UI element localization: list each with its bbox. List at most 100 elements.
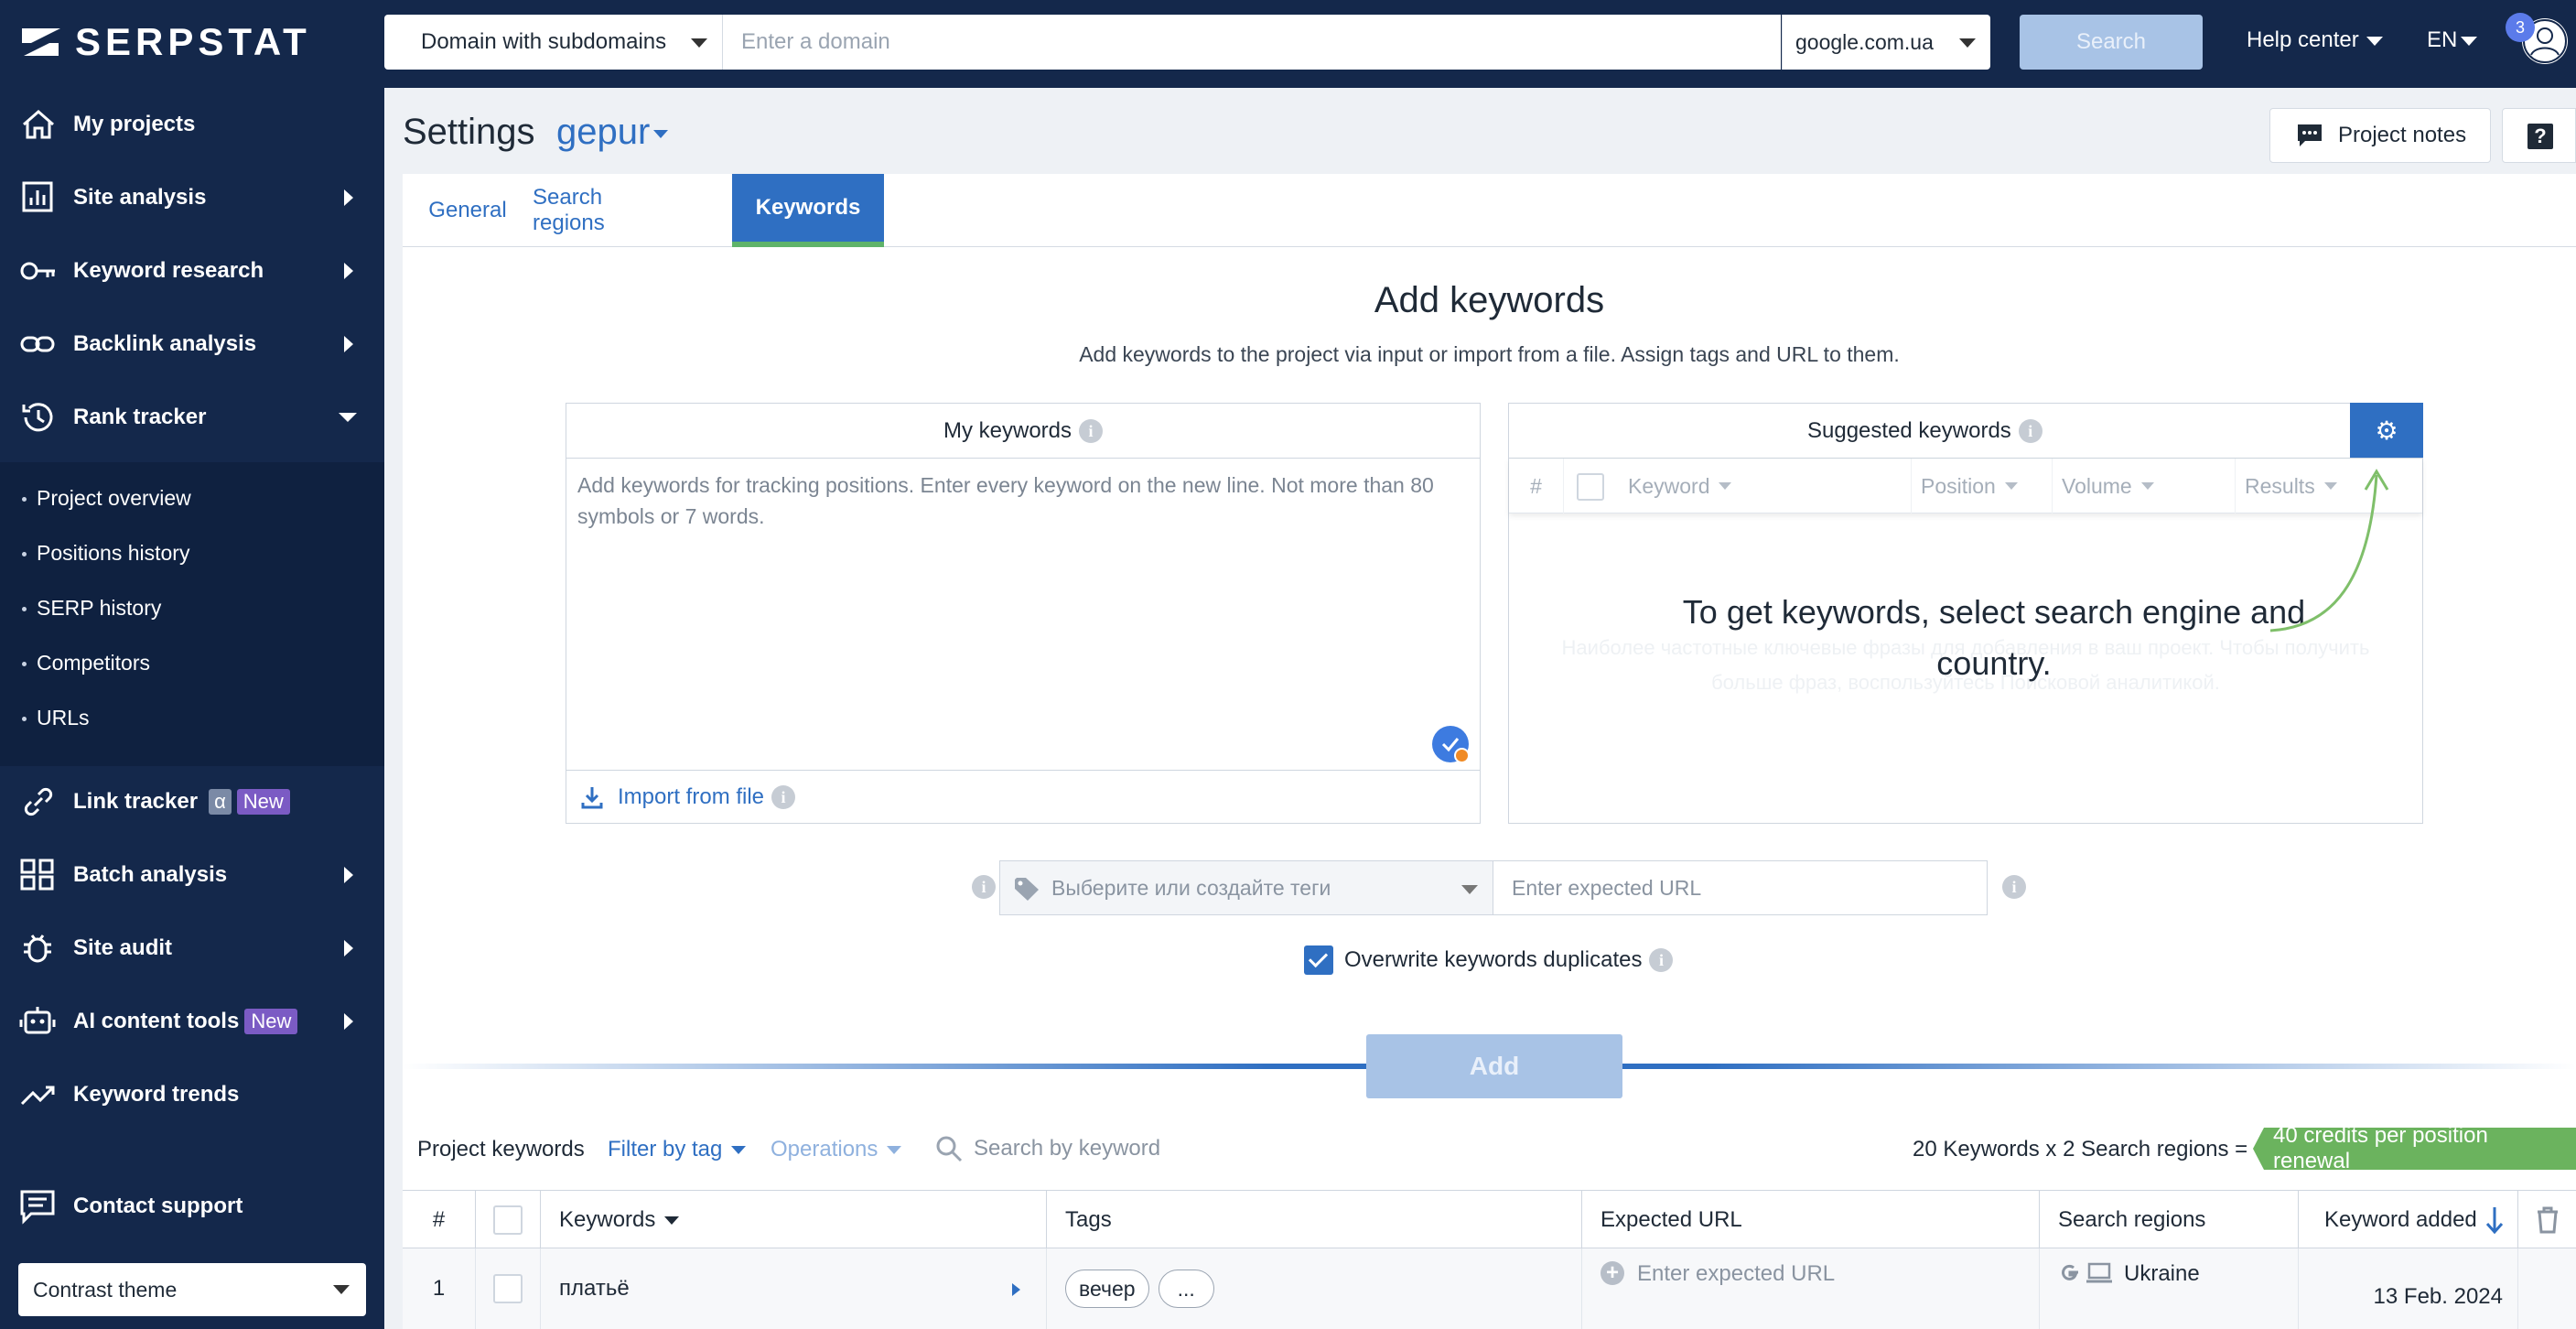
chevron-right-icon bbox=[344, 1013, 353, 1030]
theme-select-value: Contrast theme bbox=[33, 1277, 178, 1302]
sidebar-item-site-audit[interactable]: Site audit bbox=[0, 912, 384, 985]
expand-icon[interactable] bbox=[1012, 1283, 1020, 1296]
chain-icon bbox=[24, 787, 53, 816]
scope-select[interactable]: Domain with subdomains bbox=[384, 15, 723, 70]
expected-url-input[interactable] bbox=[1493, 860, 1988, 915]
tag-pill[interactable]: вечер bbox=[1065, 1270, 1149, 1308]
sidebar-item-label: Keyword trends bbox=[73, 1082, 240, 1107]
sidebar-item-label: Contact support bbox=[73, 1194, 243, 1218]
info-icon[interactable]: i bbox=[771, 784, 796, 809]
info-icon[interactable]: i bbox=[972, 875, 996, 899]
chevron-down-icon bbox=[333, 1285, 350, 1294]
suggested-keywords-panel: Suggested keywords i ⚙ # Keyword Position… bbox=[1508, 403, 2423, 824]
row-number: 1 bbox=[403, 1248, 476, 1329]
import-from-file-button[interactable]: Import from file i bbox=[566, 770, 1480, 823]
download-icon bbox=[581, 786, 603, 808]
alpha-badge: α bbox=[209, 789, 232, 815]
keywords-textarea[interactable] bbox=[566, 459, 1480, 770]
key-icon bbox=[20, 262, 55, 280]
overwrite-duplicates-checkbox[interactable] bbox=[1304, 945, 1333, 975]
col-position[interactable]: Position bbox=[1912, 459, 2053, 513]
settings-card: General Search regions Keywords Add keyw… bbox=[403, 174, 2576, 1329]
sidebar-item-backlink-analysis[interactable]: Backlink analysis bbox=[0, 308, 384, 381]
operations-dropdown[interactable]: Operations bbox=[771, 1137, 902, 1162]
project-selector[interactable]: gepur bbox=[556, 112, 669, 153]
sidebar-item-ai-content-tools[interactable]: AI content tools New bbox=[0, 985, 384, 1058]
row-keyword-added: 13 Feb. 2024 bbox=[2299, 1248, 2518, 1329]
help-center-menu[interactable]: Help center bbox=[2247, 27, 2383, 53]
tab-keywords[interactable]: Keywords bbox=[732, 174, 884, 247]
new-badge: New bbox=[236, 789, 290, 815]
filter-by-tag-dropdown[interactable]: Filter by tag bbox=[608, 1137, 747, 1162]
overwrite-duplicates-option[interactable]: Overwrite keywords duplicates i bbox=[1304, 945, 1674, 976]
tag-icon bbox=[1015, 878, 1039, 901]
col-delete[interactable] bbox=[2518, 1191, 2576, 1249]
notification-badge[interactable]: 3 bbox=[2506, 13, 2535, 42]
project-notes-button[interactable]: Project notes bbox=[2269, 108, 2491, 163]
chevron-down-icon bbox=[1461, 885, 1478, 894]
subnav-competitors[interactable]: Competitors bbox=[22, 651, 150, 675]
gear-icon: ⚙ bbox=[2375, 416, 2398, 445]
project-keywords-title: Project keywords bbox=[417, 1137, 585, 1162]
language-menu[interactable]: EN bbox=[2427, 27, 2478, 53]
col-keyword[interactable]: Keyword bbox=[1619, 459, 1912, 513]
info-icon[interactable]: i bbox=[1079, 418, 1104, 443]
chevron-right-icon bbox=[344, 189, 353, 206]
sort-icon bbox=[1719, 482, 1732, 490]
more-tags-button[interactable]: ... bbox=[1158, 1270, 1214, 1308]
row-tags: вечер ... bbox=[1047, 1248, 1582, 1329]
row-keyword[interactable]: платьё bbox=[541, 1248, 1047, 1329]
tags-select[interactable]: Выберите или создайте теги bbox=[999, 860, 1493, 915]
search-engine-value: google.com.ua bbox=[1795, 29, 1934, 54]
info-icon[interactable]: i bbox=[2002, 875, 2026, 899]
subnav-positions-history[interactable]: Positions history bbox=[21, 541, 189, 566]
select-all-checkbox[interactable] bbox=[1577, 473, 1604, 501]
tab-search-regions[interactable]: Search regions bbox=[533, 174, 677, 247]
search-engine-select[interactable]: google.com.ua bbox=[1782, 15, 1990, 70]
question-icon: ? bbox=[2527, 124, 2553, 149]
theme-select[interactable]: Contrast theme bbox=[18, 1263, 366, 1316]
tab-general[interactable]: General bbox=[403, 174, 533, 247]
col-volume[interactable]: Volume bbox=[2053, 459, 2236, 513]
info-icon[interactable]: i bbox=[1649, 948, 1674, 972]
keyword-search-input[interactable] bbox=[974, 1128, 1340, 1170]
logo[interactable]: SERPSTAT bbox=[18, 18, 311, 66]
desktop-icon bbox=[2086, 1262, 2112, 1283]
new-badge: New bbox=[244, 1009, 298, 1034]
scope-select-value: Domain with subdomains bbox=[421, 29, 667, 54]
help-button[interactable]: ? bbox=[2502, 108, 2576, 163]
col-keyword-added[interactable]: Keyword added bbox=[2299, 1191, 2518, 1249]
row-expected-url[interactable]: + Enter expected URL bbox=[1582, 1248, 2040, 1329]
info-icon[interactable]: i bbox=[2018, 418, 2042, 443]
add-button[interactable]: Add bbox=[1366, 1034, 1622, 1098]
check-icon bbox=[1441, 738, 1460, 752]
subnav-serp-history[interactable]: SERP history bbox=[21, 596, 161, 621]
col-keywords[interactable]: Keywords bbox=[541, 1191, 1047, 1249]
suggest-settings-button[interactable]: ⚙ bbox=[2350, 403, 2423, 458]
subnav-urls[interactable]: URLs bbox=[22, 706, 90, 730]
chevron-down-icon bbox=[731, 1146, 747, 1155]
sidebar-item-contact-support[interactable]: Contact support bbox=[0, 1170, 384, 1243]
col-num: # bbox=[1509, 459, 1564, 513]
serpstat-logo-icon bbox=[22, 28, 60, 56]
project-keywords-toolbar: Project keywords Filter by tag Operation… bbox=[403, 1117, 2576, 1181]
sidebar-item-batch-analysis[interactable]: Batch analysis bbox=[0, 838, 384, 912]
chevron-down-icon bbox=[691, 38, 707, 48]
select-all-checkbox[interactable] bbox=[493, 1205, 523, 1235]
subnav-project-overview[interactable]: Project overview bbox=[22, 486, 191, 511]
row-search-region: Ukraine bbox=[2040, 1248, 2299, 1329]
sidebar-item-keyword-trends[interactable]: Keyword trends bbox=[0, 1058, 384, 1131]
sidebar-item-label: Keyword research bbox=[73, 258, 264, 283]
sidebar-item-keyword-research[interactable]: Keyword research bbox=[0, 234, 384, 308]
chevron-down-icon bbox=[887, 1146, 902, 1155]
sidebar-item-rank-tracker[interactable]: Rank tracker bbox=[0, 381, 384, 454]
search-button[interactable]: Search bbox=[2020, 15, 2203, 70]
row-checkbox[interactable] bbox=[493, 1274, 523, 1303]
domain-input[interactable] bbox=[723, 15, 1781, 70]
sidebar-item-site-analysis[interactable]: Site analysis bbox=[0, 161, 384, 234]
sidebar-item-link-tracker[interactable]: Link tracker α New bbox=[0, 765, 384, 838]
sidebar-item-my-projects[interactable]: My projects bbox=[0, 88, 384, 161]
keywords-count-text: 20 Keywords x 2 Search regions = bbox=[1913, 1137, 2248, 1162]
grammar-check-icon[interactable] bbox=[1432, 726, 1470, 763]
top-bar: Domain with subdomains google.com.ua Sea… bbox=[384, 0, 2576, 88]
